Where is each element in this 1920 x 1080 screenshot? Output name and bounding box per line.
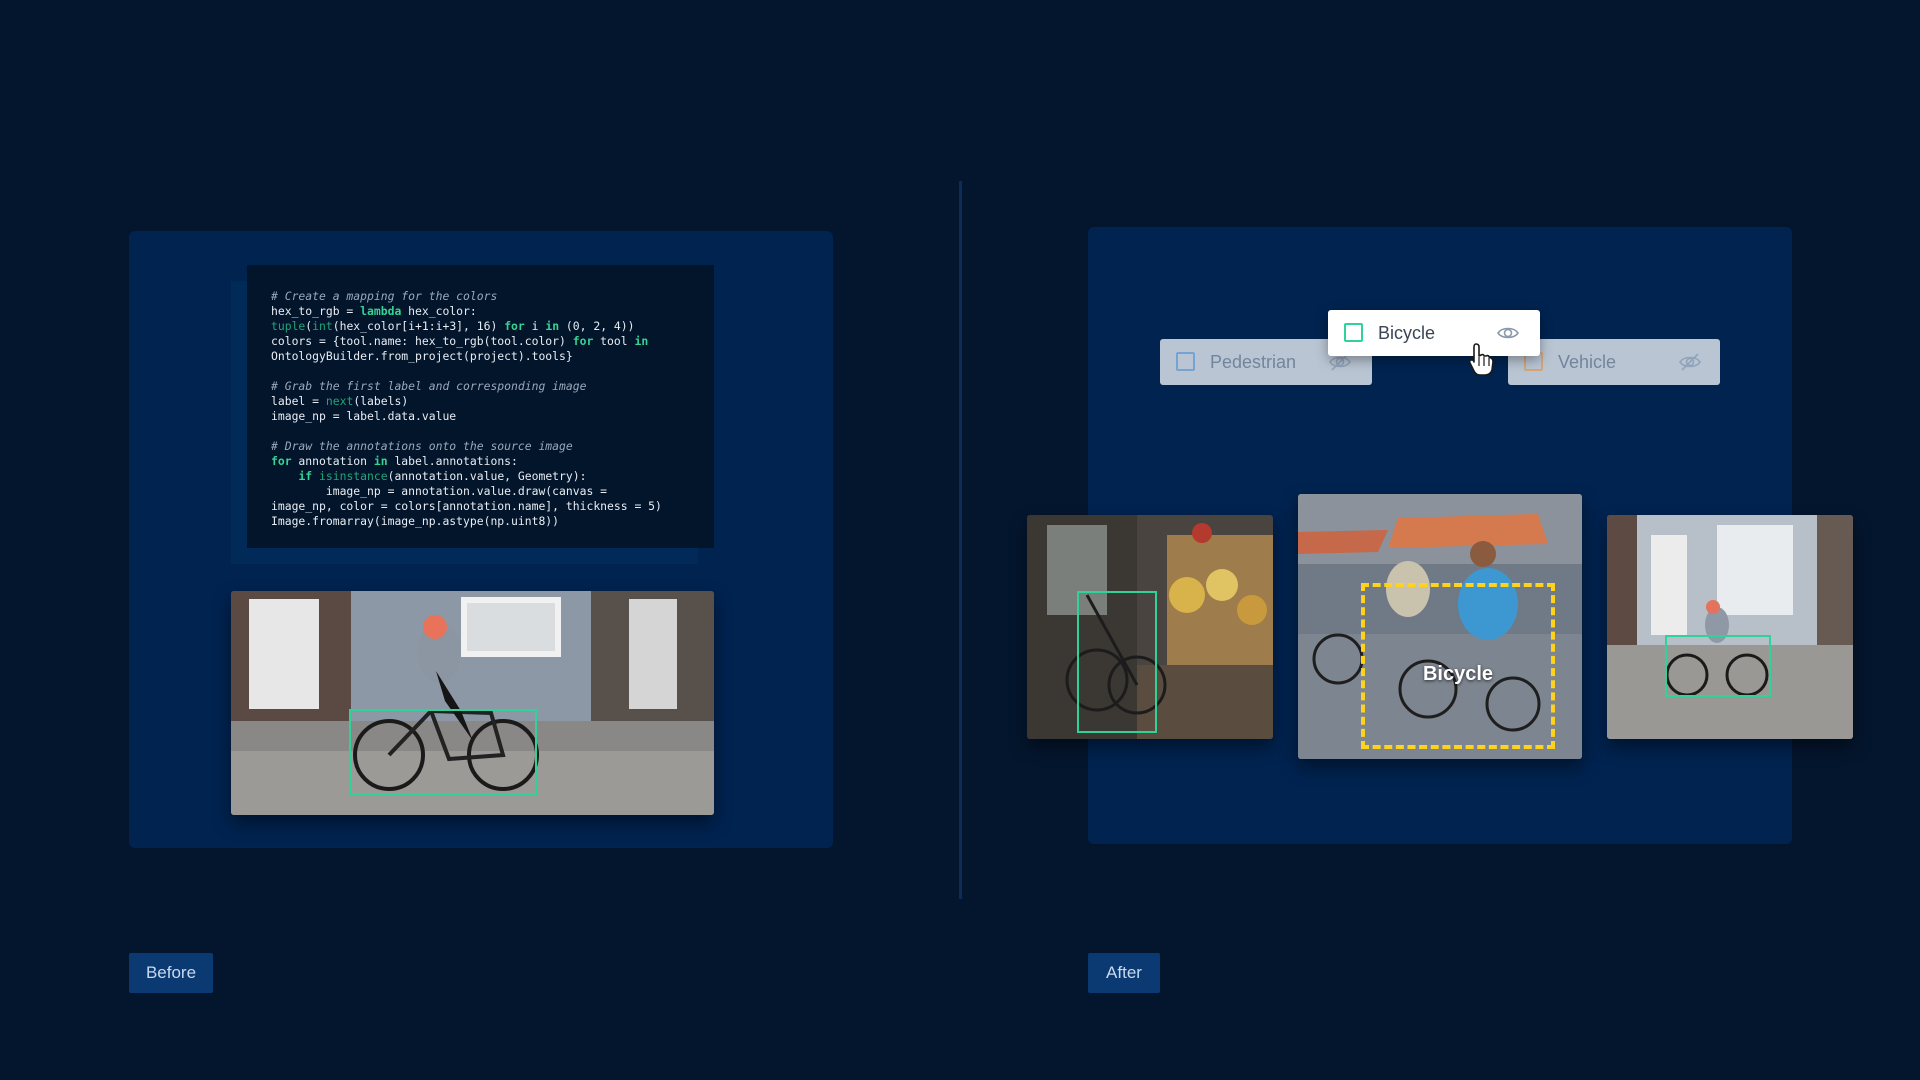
before-after-divider <box>959 181 962 899</box>
class-chip-bicycle[interactable]: Bicycle <box>1328 310 1540 356</box>
bicycle-bounding-box <box>349 709 537 795</box>
code-snippet: # Create a mapping for the colors hex_to_… <box>247 265 714 548</box>
comparison-stage: # Create a mapping for the colors hex_to_… <box>0 0 1920 1080</box>
street-cyclist-photo <box>1607 515 1853 739</box>
cyclist-photo <box>231 591 714 815</box>
code-line: OntologyBuilder.from_project(project).to… <box>271 349 573 363</box>
bicycle-bounding-box <box>1077 591 1157 733</box>
code-line: if isinstance(annotation.value, Geometry… <box>298 469 587 483</box>
bicycle-dashed-annotation[interactable]: Bicycle <box>1361 583 1555 749</box>
before-tag: Before <box>129 953 213 993</box>
bicycle-checkbox[interactable] <box>1344 323 1363 342</box>
code-line: # Create a mapping for the colors <box>271 289 498 303</box>
code-line: Image.fromarray(image_np.astype(np.uint8… <box>271 514 560 528</box>
code-line: image_np = label.data.value <box>271 409 457 423</box>
code-line: tuple(int(hex_color[i+1:i+3], 16) for i … <box>271 319 635 333</box>
code-line: # Draw the annotations onto the source i… <box>271 439 573 453</box>
code-line: label = next(labels) <box>271 394 409 408</box>
hand-pointer-icon <box>1468 343 1494 376</box>
eye-icon[interactable] <box>1496 323 1520 343</box>
code-line: image_np = annotation.value.draw(canvas … <box>271 484 608 498</box>
vehicle-label: Vehicle <box>1558 352 1617 372</box>
code-line: hex_to_rgb = lambda hex_color: <box>271 304 477 318</box>
code-line: # Grab the first label and corresponding… <box>271 379 587 393</box>
pedestrian-checkbox[interactable] <box>1176 352 1195 371</box>
after-tag: After <box>1088 953 1160 993</box>
pedestrian-label: Pedestrian <box>1210 352 1297 372</box>
code-line: colors = {tool.name: hex_to_rgb(tool.col… <box>271 334 649 348</box>
rickshaw-photo: Bicycle <box>1298 494 1582 759</box>
bicycle-bounding-box <box>1665 635 1771 697</box>
code-line: image_np, color = colors[annotation.name… <box>271 499 662 513</box>
eye-off-icon[interactable] <box>1678 352 1702 372</box>
street-cyclist-image <box>1607 515 1853 739</box>
code-line: for annotation in label.annotations: <box>271 454 518 468</box>
annotation-caption: Bicycle <box>1422 663 1494 685</box>
market-bicycle-photo <box>1027 515 1273 739</box>
bicycle-label: Bicycle <box>1378 323 1436 343</box>
